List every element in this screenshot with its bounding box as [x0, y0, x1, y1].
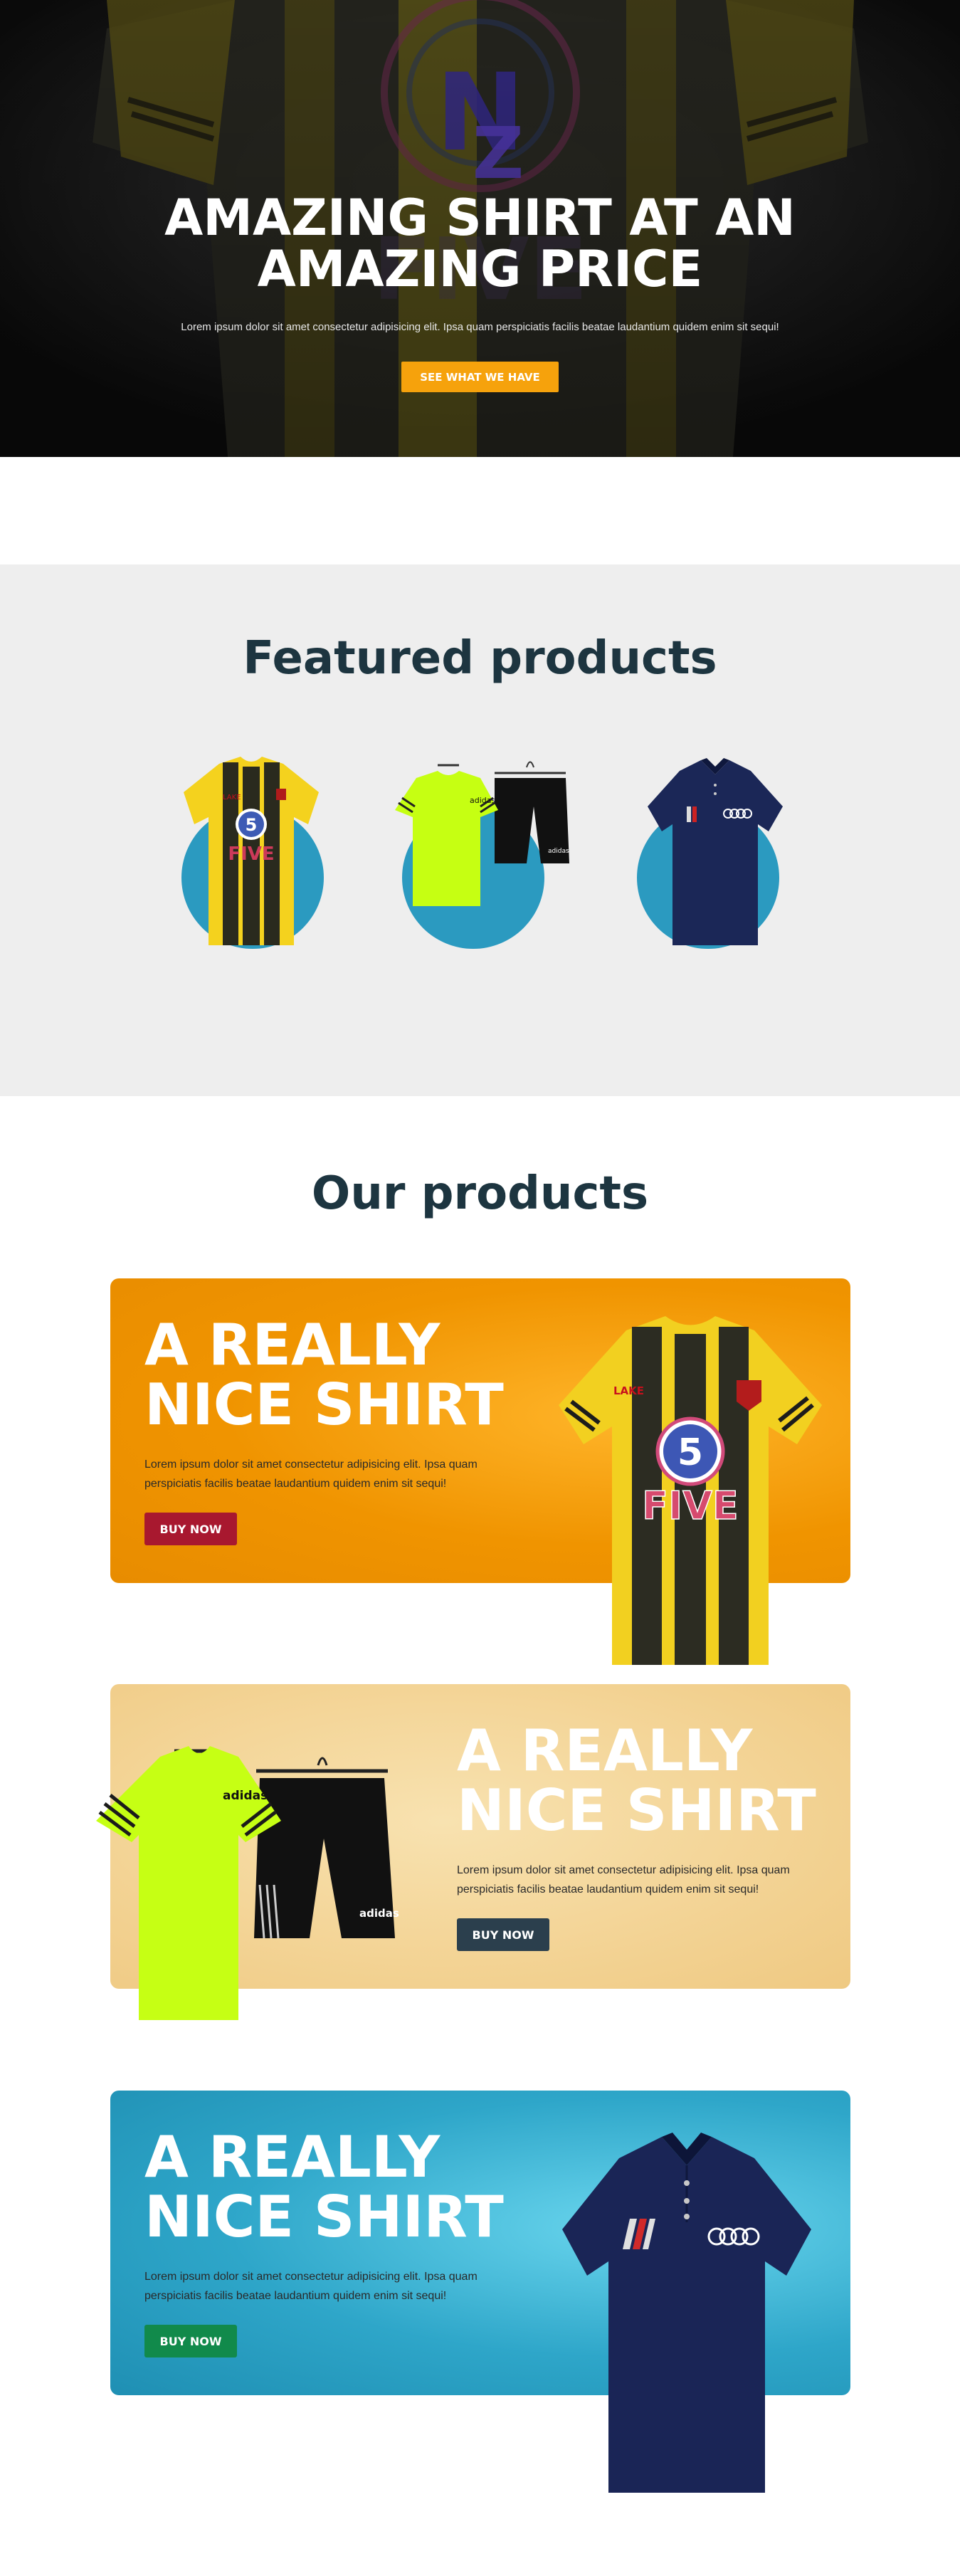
product-card-navy-polo: A REALLY NICE SHIRT Lorem ipsum dolor si…: [110, 2091, 850, 2493]
buy-now-button[interactable]: BUY NOW: [144, 2325, 237, 2357]
svg-text:LAKE: LAKE: [223, 794, 241, 801]
svg-text:FIVE: FIVE: [228, 843, 274, 865]
product-card-title-line1: A REALLY: [144, 1312, 441, 1378]
svg-text:adidas: adidas: [548, 848, 569, 855]
svg-text:adidas: adidas: [470, 796, 496, 805]
our-products-title: Our products: [311, 1167, 649, 1220]
product-card-description: Lorem ipsum dolor sit amet consectetur a…: [144, 2271, 478, 2302]
product-card-title-line2: NICE SHIRT: [144, 2184, 504, 2250]
svg-text:adidas: adidas: [223, 1789, 268, 1803]
svg-text:adidas: adidas: [359, 1907, 399, 1920]
product-card-title: A REALLY NICE SHIRT: [144, 1315, 504, 1435]
yellow-shirt-product-image: 5 FIVE LAKE: [559, 1316, 822, 1665]
product-card-title-line1: A REALLY: [144, 2124, 441, 2190]
product-card-title-line2: NICE SHIRT: [144, 1372, 504, 1438]
hero-title: AMAZING SHIRT AT AN AMAZING PRICE: [0, 192, 960, 295]
green-set-product-image: adidas adidas: [96, 1746, 399, 2020]
green-set-image: adidas adidas: [395, 761, 569, 906]
navy-polo-image: [648, 758, 783, 945]
buy-now-button[interactable]: BUY NOW: [144, 1513, 237, 1545]
hero-section: N Z FIVE AMAZING SHIRT AT AN AMAZING PRI…: [0, 0, 960, 457]
product-card-green-set: adidas adidas A REALLY NICE SHIRT Lorem …: [96, 1684, 850, 2020]
featured-products-title: Featured products: [243, 632, 717, 685]
hero-title-line1: AMAZING SHIRT AT AN: [164, 189, 796, 247]
navy-polo-product-image: [562, 2133, 811, 2493]
product-card-title-line1: A REALLY: [457, 1718, 753, 1784]
featured-products-section: Featured products 5 FIVE LAKE adidas adi…: [0, 564, 960, 1096]
featured-product-yellow-shirt[interactable]: 5 FIVE LAKE: [167, 757, 324, 956]
buy-now-button[interactable]: BUY NOW: [457, 1918, 549, 1951]
product-card-description: Lorem ipsum dolor sit amet consectetur a…: [144, 1458, 478, 1490]
svg-text:FIVE: FIVE: [642, 1483, 739, 1528]
product-card-title: A REALLY NICE SHIRT: [144, 2128, 504, 2247]
product-card-title: A REALLY NICE SHIRT: [457, 1721, 816, 1841]
hero-title-line2: AMAZING PRICE: [257, 240, 703, 298]
svg-text:5: 5: [246, 815, 258, 835]
product-card-yellow-shirt: A REALLY NICE SHIRT Lorem ipsum dolor si…: [110, 1278, 850, 1665]
product-card-description: Lorem ipsum dolor sit amet consectetur a…: [457, 1864, 790, 1896]
yellow-shirt-image: 5 FIVE LAKE: [184, 757, 319, 945]
see-what-we-have-button[interactable]: SEE WHAT WE HAVE: [401, 362, 559, 392]
product-card-title-line2: NICE SHIRT: [457, 1777, 816, 1844]
svg-text:5: 5: [677, 1431, 703, 1474]
svg-text:LAKE: LAKE: [613, 1384, 644, 1397]
featured-product-navy-polo[interactable]: [623, 757, 783, 956]
hero-description: Lorem ipsum dolor sit amet consectetur a…: [181, 321, 779, 333]
featured-product-green-set[interactable]: adidas adidas: [388, 757, 569, 956]
